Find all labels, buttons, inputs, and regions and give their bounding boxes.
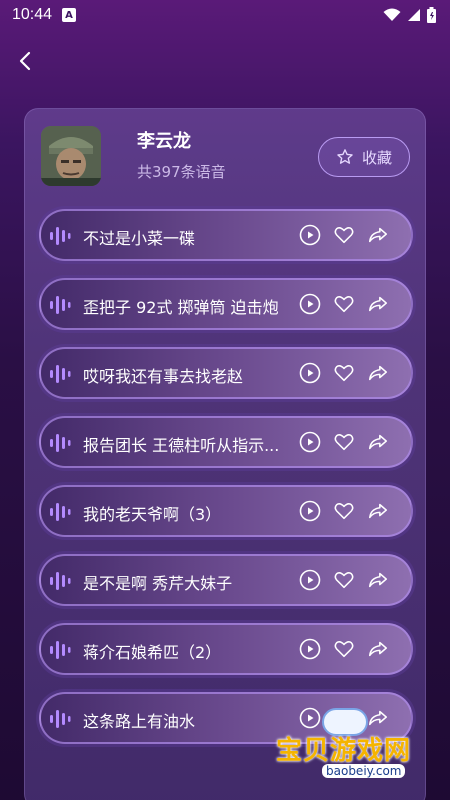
heart-icon [334,227,354,244]
watermark: 宝贝游戏网 baobeiy.com [276,708,444,788]
play-icon [299,500,321,522]
sound-wave-icon [50,641,71,659]
share-icon [368,227,388,243]
voice-item-actions [299,293,389,315]
share-button[interactable] [367,500,389,522]
heart-icon [334,434,354,451]
share-button[interactable] [367,431,389,453]
voice-item[interactable]: 我的老天爷啊（3） [39,485,413,537]
voice-item-text: 哎呀我还有事去找老赵 [83,367,244,386]
heart-icon [334,641,354,658]
voice-item-actions [299,362,389,384]
voice-item-text: 这条路上有油水 [83,712,196,731]
voice-item-text: 歪把子 92式 掷弹筒 迫击炮 [83,298,279,317]
favorite-button[interactable]: 收藏 [318,137,410,177]
play-button[interactable] [299,431,321,453]
avatar-image [41,126,101,186]
play-icon [299,293,321,315]
voice-item-text: 是不是啊 秀芹大妹子 [83,574,233,593]
like-button[interactable] [333,638,355,660]
watermark-url: baobeiy.com [322,764,406,778]
play-button[interactable] [299,500,321,522]
voice-pack-name: 李云龙 [137,131,191,152]
battery-icon [427,7,436,23]
voice-card: 李云龙 共397条语音 收藏 不过是小菜一碟 歪把子 92式 掷弹筒 迫击炮 哎… [24,108,426,800]
share-button[interactable] [367,569,389,591]
heart-icon [334,296,354,313]
sound-wave-icon [50,434,71,452]
voice-item-actions [299,224,389,246]
voice-item[interactable]: 哎呀我还有事去找老赵 [39,347,413,399]
sound-wave-icon [50,296,71,314]
sound-wave-icon [50,710,71,728]
sound-wave-icon [50,365,71,383]
back-button[interactable] [10,46,40,76]
status-time: 10:44 [12,6,53,23]
share-button[interactable] [367,224,389,246]
notification-icon: A [62,8,77,22]
voice-item-text: 报告团长 王德柱听从指示... [83,436,280,455]
voice-count: 共397条语音 [137,163,226,181]
share-icon [368,434,388,450]
like-button[interactable] [333,224,355,246]
status-left: 10:44 A [12,6,77,24]
wifi-icon [383,8,401,21]
voice-item-actions [299,500,389,522]
voice-item[interactable]: 是不是啊 秀芹大妹子 [39,554,413,606]
voice-item[interactable]: 蒋介石娘希匹（2） [39,623,413,675]
share-icon [368,296,388,312]
play-icon [299,362,321,384]
share-icon [368,572,388,588]
voice-item-text: 蒋介石娘希匹（2） [83,643,222,662]
play-icon [299,224,321,246]
share-button[interactable] [367,638,389,660]
status-bar: 10:44 A [0,0,450,30]
voice-list: 不过是小菜一碟 歪把子 92式 掷弹筒 迫击炮 哎呀我还有事去找老赵 报告团长 … [39,209,413,761]
voice-item[interactable]: 报告团长 王德柱听从指示... [39,416,413,468]
like-button[interactable] [333,500,355,522]
share-icon [368,365,388,381]
like-button[interactable] [333,293,355,315]
play-button[interactable] [299,569,321,591]
play-button[interactable] [299,224,321,246]
voice-item-text: 不过是小菜一碟 [83,229,196,248]
signal-icon [408,9,420,21]
like-button[interactable] [333,569,355,591]
star-icon [337,149,353,164]
sound-wave-icon [50,227,71,245]
share-icon [368,641,388,657]
chevron-left-icon [19,51,31,71]
sound-wave-icon [50,572,71,590]
heart-icon [334,503,354,520]
share-icon [368,503,388,519]
share-button[interactable] [367,362,389,384]
voice-item-actions [299,638,389,660]
play-icon [299,431,321,453]
favorite-label: 收藏 [361,148,392,167]
play-button[interactable] [299,638,321,660]
heart-icon [334,365,354,382]
share-button[interactable] [367,293,389,315]
play-icon [299,569,321,591]
like-button[interactable] [333,431,355,453]
sound-wave-icon [50,503,71,521]
watermark-title: 宝贝游戏网 [276,736,412,766]
like-button[interactable] [333,362,355,384]
play-icon [299,638,321,660]
voice-item-text: 我的老天爷啊（3） [83,505,222,524]
heart-icon [334,572,354,589]
play-button[interactable] [299,362,321,384]
status-right [383,7,436,23]
voice-item-actions [299,569,389,591]
voice-item[interactable]: 歪把子 92式 掷弹筒 迫击炮 [39,278,413,330]
voice-item[interactable]: 不过是小菜一碟 [39,209,413,261]
avatar [41,126,101,186]
play-button[interactable] [299,293,321,315]
voice-item-actions [299,431,389,453]
